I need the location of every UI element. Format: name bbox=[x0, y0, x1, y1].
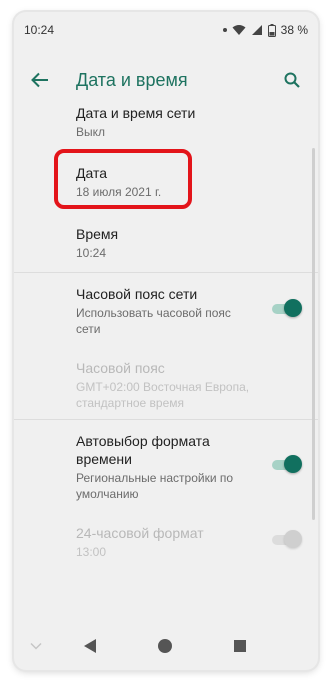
setting-time[interactable]: Время 10:24 bbox=[14, 225, 318, 273]
setting-value: 10:24 bbox=[76, 246, 107, 260]
setting-title: 24-часовой формат bbox=[76, 525, 204, 541]
battery-percent: 38 % bbox=[280, 23, 308, 37]
setting-value: Региональные настройки по bbox=[76, 471, 234, 485]
circle-home-icon bbox=[158, 639, 172, 653]
setting-title: Часовой пояс сети bbox=[76, 286, 198, 302]
setting-timezone: Часовой пояс GMT+02:00 Восточная Европа,… bbox=[14, 359, 318, 419]
setting-value: GMT+02:00 Восточная Европа, bbox=[76, 380, 250, 394]
triangle-back-icon bbox=[84, 639, 96, 653]
status-time: 10:24 bbox=[24, 23, 55, 37]
setting-value: умолчанию bbox=[76, 487, 139, 501]
setting-value: сети bbox=[76, 322, 101, 336]
setting-value: Использовать часовой пояс bbox=[76, 306, 231, 320]
nav-home-button[interactable] bbox=[155, 636, 175, 656]
scrollbar[interactable] bbox=[312, 148, 315, 520]
toggle-knob bbox=[284, 530, 302, 548]
nav-back-button[interactable] bbox=[80, 636, 100, 656]
setting-title: Автовыбор формата bbox=[76, 433, 210, 449]
nav-recents-button[interactable] bbox=[230, 636, 250, 656]
search-button[interactable] bbox=[278, 66, 306, 94]
wifi-icon bbox=[232, 25, 246, 35]
setting-title: Дата и время сети bbox=[76, 105, 196, 121]
battery-icon bbox=[267, 23, 276, 37]
format-24h-toggle bbox=[272, 530, 302, 550]
network-timezone-toggle[interactable] bbox=[272, 299, 302, 319]
status-icons: 38 % bbox=[222, 23, 308, 37]
toggle-knob bbox=[284, 455, 302, 473]
chevron-down-button[interactable] bbox=[26, 636, 46, 656]
arrow-back-icon bbox=[31, 72, 48, 88]
highlight-annotation bbox=[54, 149, 192, 209]
setting-auto-format[interactable]: Автовыбор формата времени Региональные н… bbox=[14, 432, 318, 502]
setting-value: стандартное время bbox=[76, 396, 185, 410]
setting-network-time[interactable]: Дата и время сети Выкл bbox=[14, 104, 318, 152]
back-button[interactable] bbox=[26, 66, 54, 94]
setting-value: Выкл bbox=[76, 125, 106, 139]
signal-icon bbox=[251, 25, 262, 35]
section-divider bbox=[14, 272, 318, 273]
setting-title: времени bbox=[76, 451, 132, 467]
toggle-knob bbox=[284, 299, 302, 317]
setting-value: 13:00 bbox=[76, 545, 107, 559]
chevron-down-icon bbox=[30, 642, 42, 650]
section-divider bbox=[14, 419, 318, 420]
status-bar: 10:24 38 % bbox=[14, 12, 318, 48]
setting-title: Часовой пояс bbox=[76, 360, 165, 376]
phone-screen: 10:24 38 % Дата и время Дата и время сет… bbox=[14, 12, 318, 670]
auto-format-toggle[interactable] bbox=[272, 455, 302, 475]
notification-dot-icon bbox=[222, 28, 227, 32]
setting-title: Время bbox=[76, 226, 119, 242]
navigation-bar bbox=[14, 622, 318, 670]
page-title: Дата и время bbox=[76, 69, 188, 90]
square-recents-icon bbox=[234, 640, 246, 652]
setting-network-timezone[interactable]: Часовой пояс сети Использовать часовой п… bbox=[14, 285, 318, 345]
setting-24h-format: 24-часовой формат 13:00 bbox=[14, 524, 318, 572]
app-bar: Дата и время bbox=[14, 48, 318, 112]
search-icon bbox=[284, 72, 300, 88]
